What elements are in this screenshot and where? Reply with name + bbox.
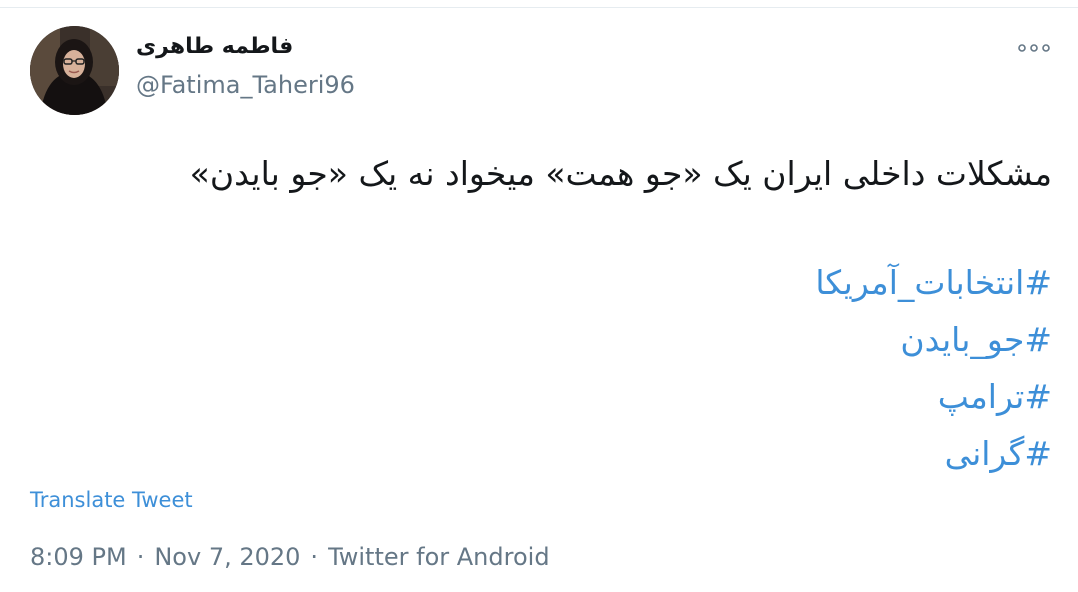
hashtag-link[interactable]: #جو_بایدن (600, 311, 1052, 368)
hashtag-link[interactable]: #انتخابات_آمریکا (600, 254, 1052, 311)
hashtag-link[interactable]: #ترامپ (600, 368, 1052, 425)
author-display-name[interactable]: فاطمه طاهری (136, 30, 293, 64)
hashtag-link[interactable]: #گرانی (600, 425, 1052, 482)
author-handle[interactable]: @Fatima_Taheri96 (136, 70, 355, 100)
tweet-text: مشکلات داخلی ایران یک «جو همت» میخواد نه… (189, 154, 1052, 193)
tweet-meta: 8:09 PM · Nov 7, 2020 · Twitter for Android (30, 541, 550, 573)
tweet-time[interactable]: 8:09 PM (30, 543, 127, 571)
avatar-photo (30, 26, 119, 115)
avatar[interactable] (30, 26, 119, 115)
more-options-button[interactable] (1014, 36, 1054, 60)
translate-tweet-link[interactable]: Translate Tweet (30, 486, 193, 514)
meta-separator: · (136, 543, 145, 571)
tweet-source[interactable]: Twitter for Android (328, 543, 549, 571)
more-horizontal-icon (1018, 44, 1050, 52)
top-divider (0, 7, 1078, 8)
hashtag-list: #انتخابات_آمریکا #جو_بایدن #ترامپ #گرانی (600, 254, 1052, 482)
meta-separator: · (310, 543, 319, 571)
tweet-date[interactable]: Nov 7, 2020 (154, 543, 300, 571)
